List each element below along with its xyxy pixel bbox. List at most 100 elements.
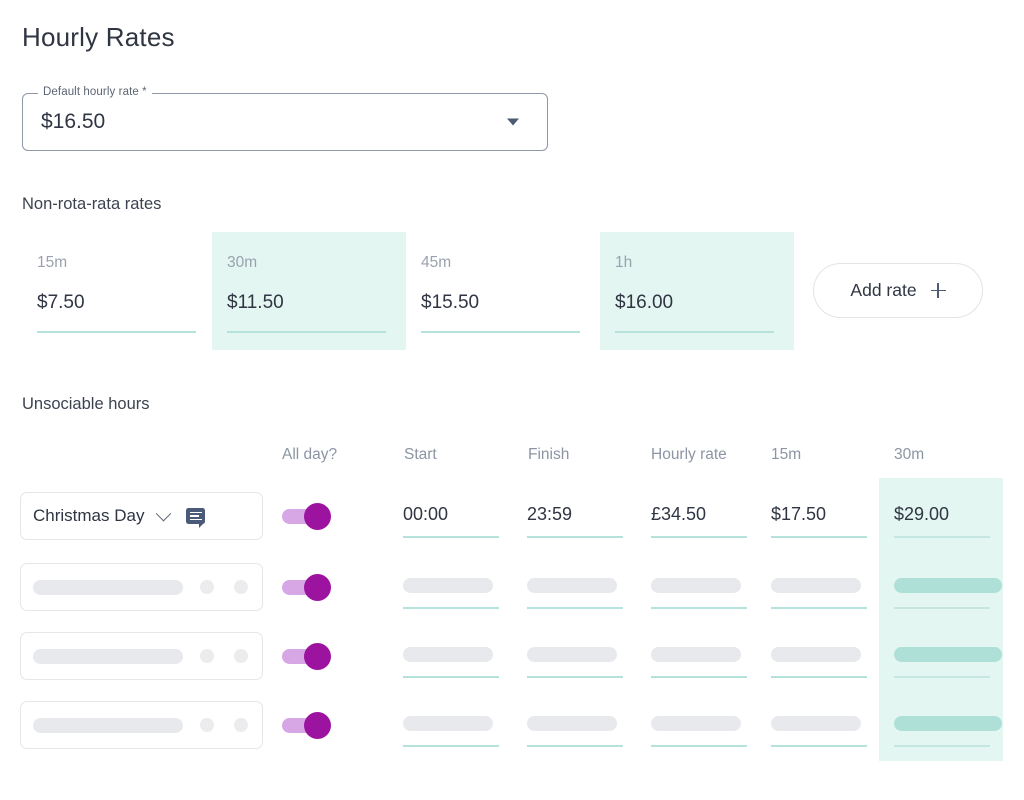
skeleton-bar	[894, 578, 1002, 593]
all-day-toggle[interactable]	[282, 712, 332, 739]
field-underline	[651, 676, 747, 678]
skeleton-bar	[527, 716, 617, 731]
skeleton-bar	[651, 716, 741, 731]
column-header-hourly-rate: Hourly rate	[651, 446, 727, 463]
hourly-rate-field[interactable]	[651, 575, 747, 609]
skeleton-bar	[403, 647, 493, 662]
start-time-field[interactable]	[403, 644, 499, 678]
table-row: Christmas Day 00:00 23:59 £34.50 $17.50	[0, 492, 1024, 561]
field-underline	[771, 745, 867, 747]
rate-cell-label: 15m	[37, 254, 68, 271]
field-underline	[894, 676, 990, 678]
finish-time-field[interactable]	[527, 644, 623, 678]
skeleton-bar	[33, 648, 183, 664]
skeleton-circle	[234, 718, 248, 732]
skeleton-bar	[771, 716, 861, 731]
day-select[interactable]	[20, 701, 263, 749]
hourly-rate-field[interactable]	[651, 644, 747, 678]
skeleton-bar	[651, 647, 741, 662]
rate-cell-underline	[615, 331, 774, 333]
field-underline	[771, 607, 867, 609]
table-row	[0, 563, 1024, 632]
field-underline	[894, 536, 990, 538]
add-rate-button[interactable]: Add rate	[813, 263, 983, 318]
page-title: Hourly Rates	[22, 22, 175, 52]
toggle-knob	[304, 643, 331, 670]
column-header-all-day: All day?	[282, 446, 338, 463]
toggle-knob	[304, 503, 331, 530]
rate-cell-value: $7.50	[37, 292, 85, 313]
hourly-rate-field[interactable]: £34.50	[651, 504, 747, 538]
chevron-down-icon[interactable]	[156, 505, 172, 521]
rate-cell-underline	[37, 331, 196, 333]
rate-15m-field[interactable]	[771, 575, 867, 609]
rate-30m-field[interactable]	[894, 575, 1002, 609]
field-underline	[894, 745, 990, 747]
rate-15m-field[interactable]	[771, 644, 867, 678]
default-hourly-rate-label: Default hourly rate *	[38, 86, 152, 98]
chevron-down-icon[interactable]	[507, 118, 519, 126]
toggle-knob	[304, 712, 331, 739]
field-underline	[527, 676, 623, 678]
rate-15m-field[interactable]	[771, 713, 867, 747]
finish-time-value: 23:59	[527, 504, 573, 524]
rate-cell-value: $16.00	[615, 292, 674, 313]
skeleton-bar	[527, 578, 617, 593]
rate-30m-field[interactable]: $29.00	[894, 504, 990, 538]
day-select[interactable]	[20, 632, 263, 680]
skeleton-bar	[771, 647, 861, 662]
default-hourly-rate-select[interactable]: Default hourly rate * $16.50	[22, 86, 548, 151]
rate-15m-field[interactable]: $17.50	[771, 504, 867, 538]
rate-30m-field[interactable]	[894, 713, 1002, 747]
rate-cell-value: $15.50	[421, 292, 480, 313]
rate-cell-1h[interactable]: 1h $16.00	[600, 232, 794, 350]
field-underline	[403, 607, 499, 609]
rate-cell-45m[interactable]: 45m $15.50	[406, 232, 600, 350]
field-underline	[527, 536, 623, 538]
skeleton-circle	[200, 649, 214, 663]
all-day-toggle[interactable]	[282, 643, 332, 670]
start-time-field[interactable]	[403, 713, 499, 747]
start-time-field[interactable]: 00:00	[403, 504, 499, 538]
skeleton-bar	[33, 579, 183, 595]
field-underline	[403, 745, 499, 747]
rate-cell-15m[interactable]: 15m $7.50	[22, 232, 216, 350]
rate-30m-field[interactable]	[894, 644, 1002, 678]
all-day-toggle[interactable]	[282, 503, 332, 530]
day-select[interactable]	[20, 563, 263, 611]
rate-cell-30m[interactable]: 30m $11.50	[212, 232, 406, 350]
skeleton-bar	[403, 578, 493, 593]
toggle-knob	[304, 574, 331, 601]
table-row	[0, 632, 1024, 701]
day-select[interactable]: Christmas Day	[20, 492, 263, 540]
rate-30m-value: $29.00	[894, 504, 950, 524]
all-day-toggle[interactable]	[282, 574, 332, 601]
finish-time-field[interactable]	[527, 713, 623, 747]
skeleton-circle	[200, 580, 214, 594]
skeleton-circle	[234, 649, 248, 663]
column-header-30m: 30m	[894, 446, 925, 463]
unsociable-hours-title: Unsociable hours	[22, 395, 150, 413]
column-header-finish: Finish	[528, 446, 570, 463]
note-icon-lines	[189, 511, 202, 521]
start-time-value: 00:00	[403, 504, 449, 524]
rate-cell-label: 45m	[421, 254, 452, 271]
start-time-field[interactable]	[403, 575, 499, 609]
skeleton-bar	[894, 716, 1002, 731]
skeleton-bar	[771, 578, 861, 593]
skeleton-circle	[200, 718, 214, 732]
field-underline	[651, 745, 747, 747]
skeleton-bar	[527, 647, 617, 662]
finish-time-field[interactable]	[527, 575, 623, 609]
field-underline	[771, 676, 867, 678]
hourly-rates-page: Hourly Rates Default hourly rate * $16.5…	[0, 0, 1024, 800]
field-underline	[527, 745, 623, 747]
note-icon[interactable]	[186, 508, 206, 528]
field-underline	[651, 607, 747, 609]
skeleton-bar	[651, 578, 741, 593]
finish-time-field[interactable]: 23:59	[527, 504, 623, 538]
rate-cell-underline	[227, 331, 386, 333]
hourly-rate-field[interactable]	[651, 713, 747, 747]
field-underline	[527, 607, 623, 609]
rate-cell-underline	[421, 331, 580, 333]
